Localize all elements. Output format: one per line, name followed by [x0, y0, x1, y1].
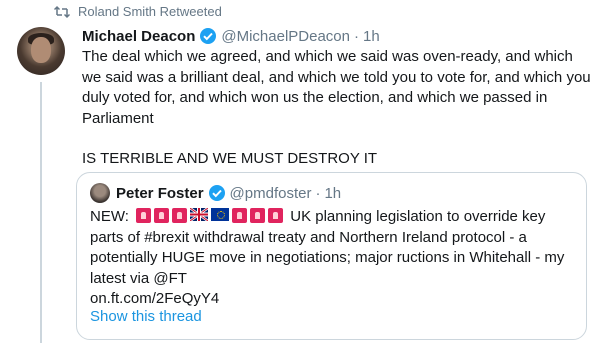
tweet-body: The deal which we agreed, and which we s…	[82, 47, 592, 170]
siren-icon	[172, 208, 188, 223]
siren-icon	[250, 208, 266, 223]
thread-line	[40, 82, 42, 343]
separator-dot: ·	[315, 184, 321, 202]
quoted-author-name: Peter Foster	[116, 184, 204, 202]
uk-flag-icon	[190, 208, 209, 221]
verified-badge-icon	[208, 184, 226, 202]
retweet-icon	[53, 5, 71, 19]
quoted-text-prefix: NEW:	[90, 208, 129, 225]
author-name[interactable]: Michael Deacon	[82, 28, 195, 45]
quoted-avatar	[90, 183, 110, 203]
siren-icon	[232, 208, 248, 223]
eu-flag-icon	[211, 208, 230, 221]
show-thread-link[interactable]: Show this thread	[90, 308, 202, 325]
article-link[interactable]: on.ft.com/2FeQyY4	[90, 290, 219, 307]
quoted-tweet[interactable]: Peter Foster @pmdfoster · 1h NEW: UK pla…	[76, 172, 587, 340]
avatar[interactable]	[17, 27, 65, 75]
siren-icon	[268, 208, 284, 223]
emoji-group	[136, 208, 284, 223]
retweet-label: Roland Smith Retweeted	[78, 4, 222, 19]
quoted-author-handle: @pmdfoster	[229, 184, 312, 202]
quoted-tweet-body: NEW: UK planning legislation to override…	[90, 207, 570, 310]
tweet-time[interactable]: 1h	[363, 28, 380, 45]
quoted-tweet-header: Peter Foster @pmdfoster · 1h	[90, 183, 341, 203]
siren-icon	[154, 208, 170, 223]
siren-icon	[136, 208, 152, 223]
tweet-text-paragraph: The deal which we agreed, and which we s…	[82, 48, 591, 127]
verified-badge-icon	[199, 27, 217, 45]
separator-dot: ·	[354, 27, 359, 45]
tweet-header: Michael Deacon @MichaelPDeacon · 1h	[82, 27, 380, 45]
author-handle[interactable]: @MichaelPDeacon	[221, 28, 350, 45]
tweet-text-paragraph: IS TERRIBLE AND WE MUST DESTROY IT	[82, 150, 378, 167]
quoted-time: 1h	[324, 184, 342, 202]
retweet-indicator[interactable]: Roland Smith Retweeted	[53, 4, 222, 19]
